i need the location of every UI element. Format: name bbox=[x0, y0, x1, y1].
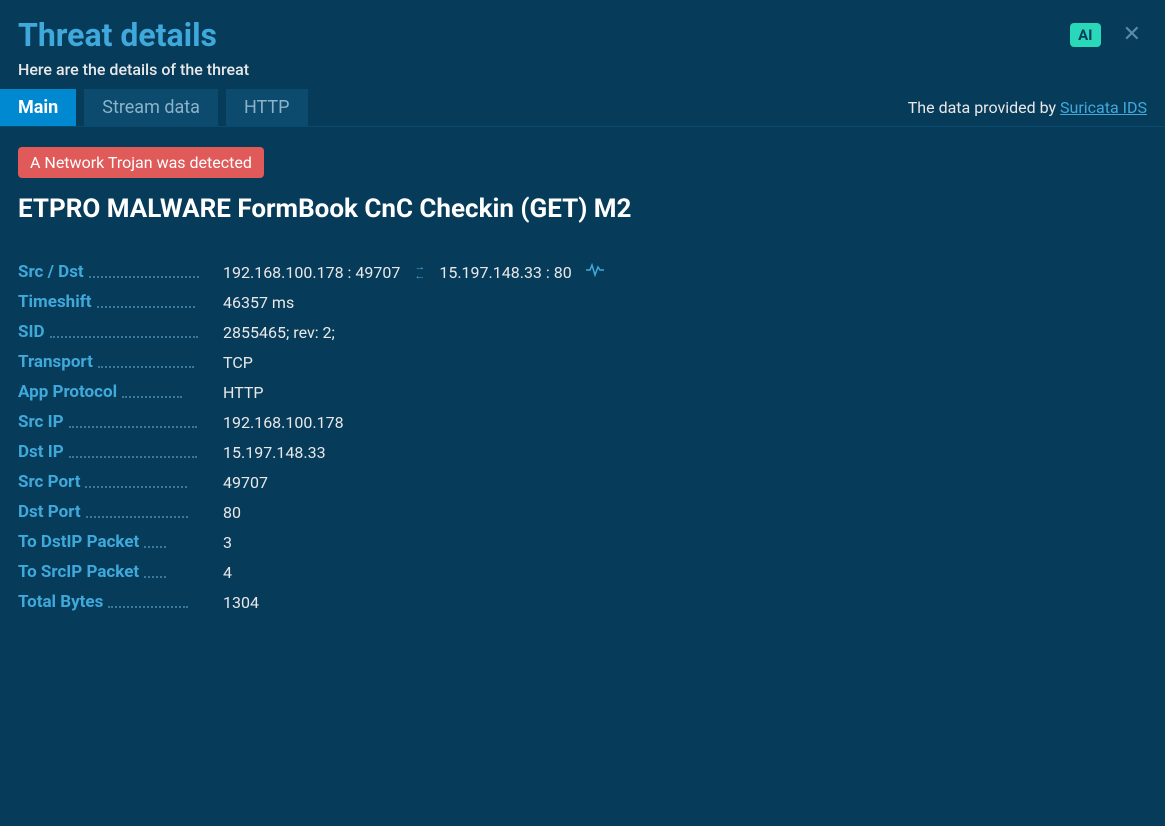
pulse-icon bbox=[586, 263, 604, 281]
value-srcip: 192.168.100.178 bbox=[203, 412, 604, 432]
close-icon[interactable]: ✕ bbox=[1117, 22, 1147, 48]
row-dstip: Dst IP 15.197.148.33 bbox=[18, 442, 604, 462]
label-approtocol: App Protocol bbox=[18, 382, 203, 402]
ai-badge[interactable]: AI bbox=[1070, 23, 1100, 47]
row-srcip: Src IP 192.168.100.178 bbox=[18, 412, 604, 432]
value-todstip: 3 bbox=[203, 532, 604, 552]
label-srcip: Src IP bbox=[18, 412, 203, 432]
dst-endpoint: 15.197.148.33 : 80 bbox=[439, 263, 571, 282]
provider-prefix: The data provided by bbox=[908, 98, 1060, 117]
tab-stream-data[interactable]: Stream data bbox=[84, 89, 218, 126]
value-dstport: 80 bbox=[203, 502, 604, 522]
row-totalbytes: Total Bytes 1304 bbox=[18, 592, 604, 612]
label-srcdst: Src / Dst bbox=[18, 262, 203, 282]
row-dstport: Dst Port 80 bbox=[18, 502, 604, 522]
page-subtitle: Here are the details of the threat bbox=[18, 60, 1070, 79]
label-sid: SID bbox=[18, 322, 203, 342]
row-approtocol: App Protocol HTTP bbox=[18, 382, 604, 402]
header-right: AI ✕ bbox=[1070, 16, 1147, 48]
value-dstip: 15.197.148.33 bbox=[203, 442, 604, 462]
value-totalbytes: 1304 bbox=[203, 592, 604, 612]
tab-main[interactable]: Main bbox=[0, 89, 76, 126]
content: A Network Trojan was detected ETPRO MALW… bbox=[0, 127, 1165, 642]
row-timeshift: Timeshift 46357 ms bbox=[18, 292, 604, 312]
value-sid: 2855465; rev: 2; bbox=[203, 322, 604, 342]
alert-badge: A Network Trojan was detected bbox=[18, 147, 264, 178]
swap-icon: →← bbox=[414, 263, 425, 281]
value-approtocol: HTTP bbox=[203, 382, 604, 402]
tabs-row: Main Stream data HTTP The data provided … bbox=[0, 89, 1165, 127]
header: Threat details Here are the details of t… bbox=[0, 0, 1165, 89]
details-table: Src / Dst 192.168.100.178 : 49707 →← 15.… bbox=[18, 252, 604, 622]
value-srcdst: 192.168.100.178 : 49707 →← 15.197.148.33… bbox=[203, 262, 604, 282]
value-timeshift: 46357 ms bbox=[203, 292, 604, 312]
row-sid: SID 2855465; rev: 2; bbox=[18, 322, 604, 342]
label-timeshift: Timeshift bbox=[18, 292, 203, 312]
header-left: Threat details Here are the details of t… bbox=[18, 16, 1070, 79]
provider-info: The data provided by Suricata IDS bbox=[908, 98, 1147, 117]
value-tosrcip: 4 bbox=[203, 562, 604, 582]
row-srcport: Src Port 49707 bbox=[18, 472, 604, 492]
tab-http[interactable]: HTTP bbox=[226, 89, 308, 126]
row-transport: Transport TCP bbox=[18, 352, 604, 372]
threat-name: ETPRO MALWARE FormBook CnC Checkin (GET)… bbox=[18, 194, 1147, 224]
value-transport: TCP bbox=[203, 352, 604, 372]
label-srcport: Src Port bbox=[18, 472, 203, 492]
provider-link[interactable]: Suricata IDS bbox=[1060, 98, 1147, 117]
label-todstip: To DstIP Packet bbox=[18, 532, 203, 552]
label-dstip: Dst IP bbox=[18, 442, 203, 462]
src-endpoint: 192.168.100.178 : 49707 bbox=[223, 263, 400, 282]
label-tosrcip: To SrcIP Packet bbox=[18, 562, 203, 582]
label-totalbytes: Total Bytes bbox=[18, 592, 203, 612]
row-srcdst: Src / Dst 192.168.100.178 : 49707 →← 15.… bbox=[18, 262, 604, 282]
page-title: Threat details bbox=[18, 16, 1070, 54]
label-dstport: Dst Port bbox=[18, 502, 203, 522]
tabs: Main Stream data HTTP bbox=[0, 89, 308, 126]
value-srcport: 49707 bbox=[203, 472, 604, 492]
row-todstip: To DstIP Packet 3 bbox=[18, 532, 604, 552]
label-transport: Transport bbox=[18, 352, 203, 372]
row-tosrcip: To SrcIP Packet 4 bbox=[18, 562, 604, 582]
